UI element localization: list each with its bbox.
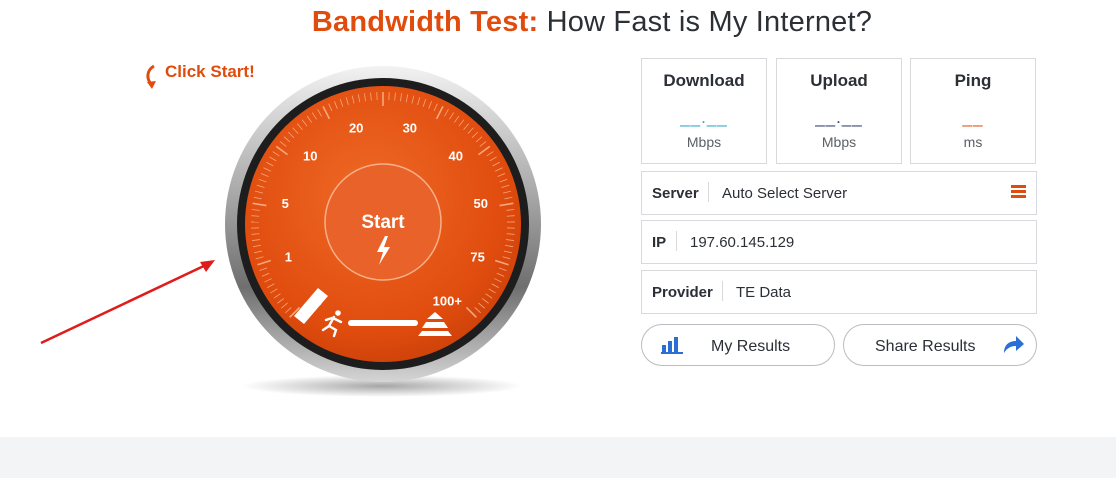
gauge-tick xyxy=(251,215,260,217)
server-label: Server xyxy=(652,185,699,202)
footer-band xyxy=(0,437,1116,478)
red-pointer-arrow-icon xyxy=(40,260,215,345)
ip-row: IP 197.60.145.129 xyxy=(641,220,1037,264)
ip-label: IP xyxy=(652,234,667,251)
upload-value: __.__ xyxy=(815,108,863,127)
share-arrow-icon xyxy=(1004,336,1024,353)
gauge-scale-label: 5 xyxy=(282,196,289,211)
ping-unit: ms xyxy=(963,134,983,150)
gauge-scale-label: 40 xyxy=(449,148,463,163)
download-stat: Download __.__ Mbps xyxy=(641,58,767,164)
title-accent: Bandwidth Test: xyxy=(311,6,539,38)
download-value: __.__ xyxy=(680,108,728,127)
provider-label: Provider xyxy=(652,284,713,301)
speed-gauge[interactable]: 015102030405075100+ Start xyxy=(222,60,548,400)
server-value: Auto Select Server xyxy=(722,185,848,202)
share-results-label[interactable]: Share Results xyxy=(875,338,976,356)
upload-unit: Mbps xyxy=(821,134,857,150)
download-unit: Mbps xyxy=(686,134,722,150)
divider xyxy=(722,281,723,301)
ip-value: 197.60.145.129 xyxy=(690,234,795,251)
gauge-tick xyxy=(506,215,515,217)
share-results-button[interactable]: Share Results xyxy=(843,324,1037,366)
gauge-scale-label: 30 xyxy=(403,121,417,136)
ping-stat: Ping __ ms xyxy=(910,58,1036,164)
upload-stat: Upload __.__ Mbps xyxy=(776,58,902,164)
gauge-scale-label: 50 xyxy=(473,196,487,211)
ping-value: __ xyxy=(962,108,984,127)
divider xyxy=(708,182,709,202)
gauge-scale-label: 100+ xyxy=(433,294,463,309)
my-results-button[interactable]: My Results xyxy=(641,324,835,366)
provider-value: TE Data xyxy=(736,284,792,301)
gauge-scale-label: 1 xyxy=(285,249,292,264)
download-label: Download xyxy=(663,71,745,90)
curved-arrow-icon xyxy=(146,64,156,89)
start-button-label[interactable]: Start xyxy=(361,212,405,233)
ping-label: Ping xyxy=(954,71,992,90)
gauge-scale-label: 75 xyxy=(470,249,484,264)
gauge-scale-label: 20 xyxy=(349,121,363,136)
bar-chart-icon xyxy=(661,337,683,354)
upload-label: Upload xyxy=(810,71,868,90)
gauge-scale-label: 10 xyxy=(303,148,317,163)
divider xyxy=(676,231,677,251)
progress-track xyxy=(348,320,418,326)
page-title: Bandwidth Test: How Fast is My Internet? xyxy=(0,6,1116,39)
provider-row: Provider TE Data xyxy=(641,270,1037,314)
title-rest: How Fast is My Internet? xyxy=(546,6,873,38)
hamburger-menu-icon[interactable] xyxy=(1011,185,1026,198)
my-results-label[interactable]: My Results xyxy=(711,338,790,356)
server-row[interactable]: Server Auto Select Server xyxy=(641,171,1037,215)
